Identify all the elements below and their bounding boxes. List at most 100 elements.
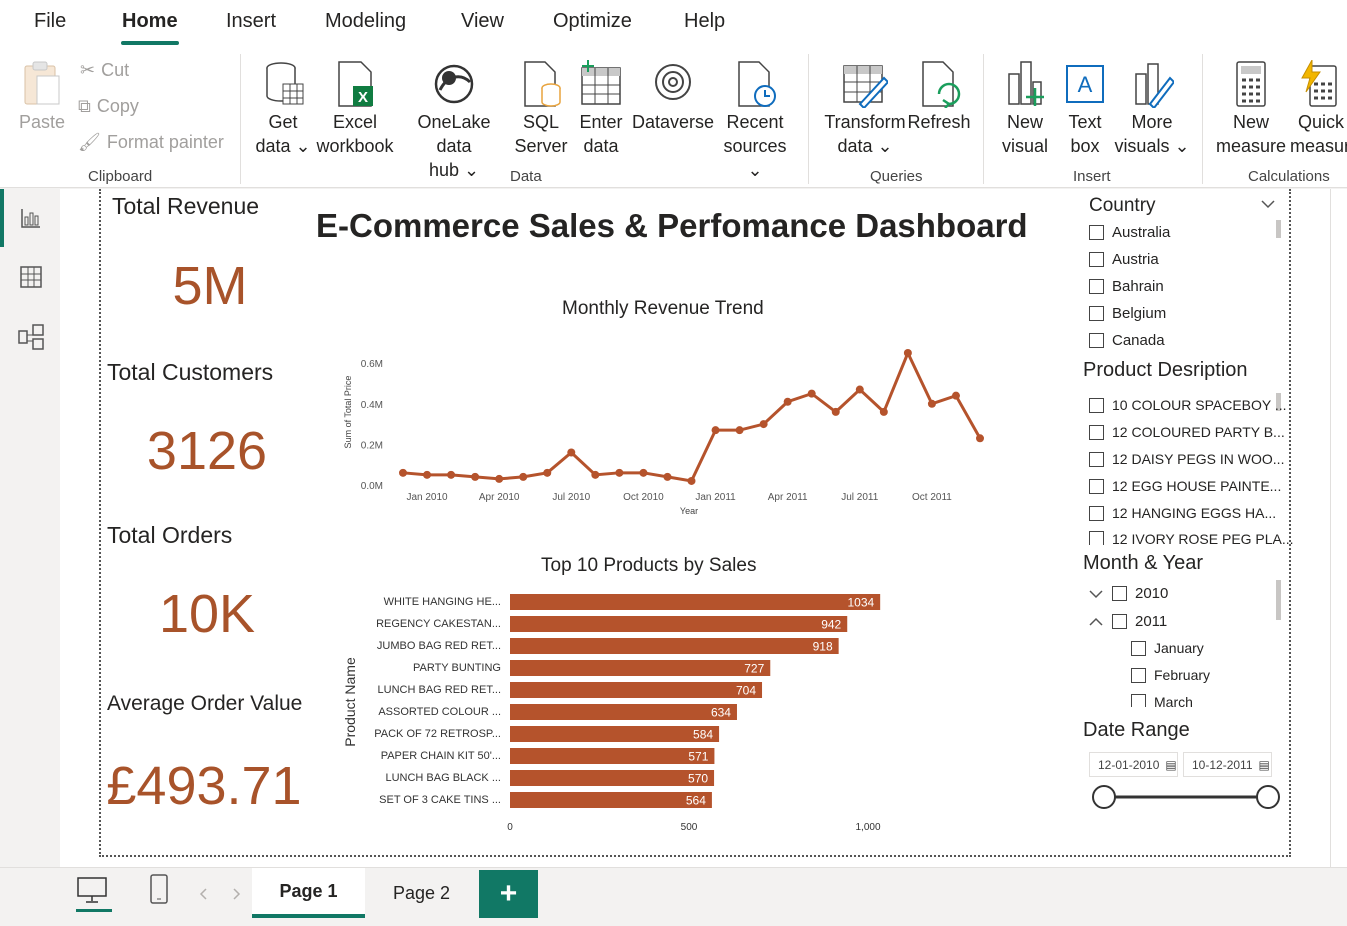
checkbox[interactable] — [1089, 531, 1104, 545]
paste-button[interactable]: Paste — [18, 60, 66, 134]
transform-data-button[interactable]: Transform data ⌄ — [822, 60, 908, 158]
more-visuals-button[interactable]: More visuals ⌄ — [1114, 60, 1190, 158]
revenue-point[interactable] — [783, 397, 792, 406]
copy-button[interactable]: ⧉ Copy — [78, 96, 139, 117]
onelake-data-hub-button[interactable]: OneLake data hub ⌄ — [398, 60, 510, 182]
excel-workbook-button[interactable]: X Excel workbook — [314, 60, 396, 158]
chevron-down-icon[interactable] — [1088, 588, 1104, 600]
checkbox[interactable] — [1089, 306, 1104, 321]
product-item[interactable]: 12 HANGING EGGS HA... — [1089, 505, 1276, 521]
revenue-point[interactable] — [399, 468, 407, 477]
chevron-left-icon[interactable] — [196, 886, 212, 902]
revenue-point[interactable] — [495, 474, 504, 483]
product-bar[interactable] — [510, 726, 720, 742]
tab-page-2[interactable]: Page 2 — [365, 868, 478, 918]
desktop-view-icon[interactable] — [76, 876, 108, 906]
revenue-point[interactable] — [663, 472, 672, 481]
mobile-view-icon[interactable] — [148, 874, 170, 906]
country-item[interactable]: Bahrain — [1089, 278, 1164, 295]
new-measure-button[interactable]: New measure — [1214, 60, 1288, 158]
menu-home[interactable]: Home — [122, 10, 178, 33]
product-bar[interactable] — [510, 660, 771, 676]
chevron-up-icon[interactable] — [1088, 616, 1104, 628]
checkbox[interactable] — [1089, 478, 1104, 494]
checkbox[interactable] — [1089, 225, 1104, 240]
format-painter-button[interactable]: 🖌 Format painter — [78, 132, 224, 153]
revenue-point[interactable] — [759, 420, 768, 429]
checkbox[interactable] — [1131, 694, 1146, 707]
product-item[interactable]: 12 IVORY ROSE PEG PLA... — [1089, 531, 1294, 545]
revenue-point[interactable] — [711, 426, 720, 435]
date-range-slider[interactable] — [1090, 783, 1282, 811]
chevron-right-icon[interactable] — [228, 886, 244, 902]
revenue-point[interactable] — [807, 389, 816, 398]
quick-measure-button[interactable]: Quick measure — [1290, 60, 1347, 158]
dataverse-button[interactable]: Dataverse — [632, 60, 714, 134]
revenue-point[interactable] — [735, 426, 744, 435]
month-item[interactable]: January — [1131, 640, 1204, 656]
checkbox[interactable] — [1089, 397, 1104, 413]
menu-optimize[interactable]: Optimize — [553, 10, 632, 33]
menu-modeling[interactable]: Modeling — [325, 10, 406, 33]
checkbox[interactable] — [1112, 614, 1127, 629]
checkbox[interactable] — [1089, 252, 1104, 267]
country-item[interactable]: Australia — [1089, 224, 1170, 241]
product-bar[interactable] — [510, 792, 712, 808]
country-item[interactable]: Belgium — [1089, 305, 1166, 322]
month-year-scrollbar[interactable] — [1276, 580, 1281, 620]
product-bar[interactable] — [510, 770, 715, 786]
revenue-point[interactable] — [687, 476, 696, 485]
calendar-icon[interactable]: ▤ — [1165, 758, 1176, 772]
product-item[interactable]: 12 EGG HOUSE PAINTE... — [1089, 478, 1281, 494]
product-bar[interactable] — [510, 616, 848, 632]
product-bar[interactable] — [510, 682, 763, 698]
year-item[interactable]: 2011 — [1088, 613, 1167, 630]
revenue-point[interactable] — [519, 472, 528, 481]
country-scrollbar[interactable] — [1276, 220, 1281, 238]
revenue-point[interactable] — [543, 468, 552, 477]
revenue-point[interactable] — [639, 468, 648, 477]
product-item[interactable]: 12 DAISY PEGS IN WOO... — [1089, 451, 1284, 467]
table-view-icon[interactable] — [20, 266, 42, 288]
get-data-button[interactable]: Get data ⌄ — [254, 60, 312, 158]
checkbox[interactable] — [1131, 667, 1146, 683]
slider-start-handle[interactable] — [1092, 785, 1116, 809]
product-bar[interactable] — [510, 748, 715, 764]
revenue-point[interactable] — [831, 407, 840, 416]
product-bar[interactable] — [510, 594, 881, 610]
collapsed-pane[interactable] — [1330, 189, 1347, 867]
product-item[interactable]: 12 COLOURED PARTY B... — [1089, 424, 1285, 440]
checkbox[interactable] — [1089, 424, 1104, 440]
menu-insert[interactable]: Insert — [226, 10, 276, 33]
revenue-point[interactable] — [951, 391, 960, 400]
checkbox[interactable] — [1089, 279, 1104, 294]
model-view-icon[interactable] — [17, 323, 45, 351]
checkbox[interactable] — [1089, 505, 1104, 521]
product-item[interactable]: 10 COLOUR SPACEBOY ... — [1089, 397, 1287, 413]
revenue-point[interactable] — [903, 349, 912, 357]
product-bar[interactable] — [510, 704, 737, 720]
revenue-point[interactable] — [591, 470, 600, 479]
new-visual-button[interactable]: New visual — [998, 60, 1052, 158]
checkbox[interactable] — [1089, 333, 1104, 348]
text-box-button[interactable]: A Text box — [1058, 60, 1112, 158]
cut-button[interactable]: ✂ Cut — [80, 60, 129, 81]
report-view-icon[interactable] — [20, 207, 42, 229]
menu-view[interactable]: View — [461, 10, 504, 33]
recent-sources-button[interactable]: Recent sources ⌄ — [716, 60, 794, 182]
product-bar[interactable] — [510, 638, 839, 654]
sql-server-button[interactable]: SQL Server — [512, 60, 570, 158]
add-page-button[interactable]: + — [479, 870, 538, 918]
month-item[interactable]: March — [1131, 694, 1193, 707]
enter-data-button[interactable]: Enter data — [574, 60, 628, 158]
slider-end-handle[interactable] — [1256, 785, 1280, 809]
revenue-point[interactable] — [615, 468, 624, 477]
month-item[interactable]: February — [1131, 667, 1210, 683]
revenue-point[interactable] — [423, 470, 432, 479]
end-date-input[interactable]: 10-12-2011 ▤ — [1183, 752, 1272, 777]
revenue-point[interactable] — [471, 472, 480, 481]
country-item[interactable]: Canada — [1089, 332, 1165, 349]
checkbox[interactable] — [1112, 586, 1127, 601]
year-item[interactable]: 2010 — [1088, 585, 1168, 602]
revenue-point[interactable] — [855, 385, 864, 394]
